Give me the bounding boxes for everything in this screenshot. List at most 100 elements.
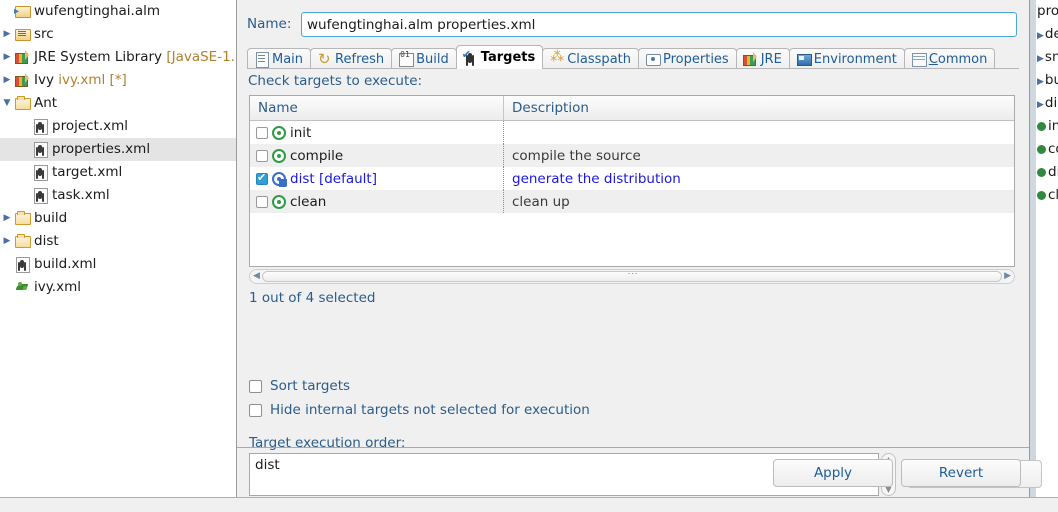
right-panel-item-label: di — [1044, 95, 1058, 111]
classpath-icon — [549, 49, 564, 66]
tree-item[interactable]: ▶ src — [0, 23, 236, 46]
tree-indent-spacer: ▶ — [0, 253, 14, 276]
target-name-cell[interactable]: compile — [250, 144, 504, 167]
targets-table-hscrollbar[interactable]: ◀ ▶ — [249, 269, 1015, 284]
tree-item[interactable]: ▶ properties.xml — [0, 138, 236, 161]
scroll-right-icon[interactable]: ▶ — [1004, 271, 1011, 282]
target-icon — [272, 148, 286, 163]
right-panel-item[interactable]: di — [1036, 161, 1058, 184]
chevron-right-icon[interactable]: ▶ — [0, 69, 14, 92]
page-bottom-strip — [0, 498, 1058, 512]
hide-internal-targets-option[interactable]: Hide internal targets not selected for e… — [249, 402, 590, 418]
target-icon — [272, 125, 286, 140]
button-bar-separator — [237, 447, 1029, 448]
tab-common[interactable]: Common — [903, 48, 996, 69]
right-panel-item[interactable]: ▶de — [1036, 23, 1058, 46]
target-checkbox[interactable] — [256, 149, 268, 162]
table-row[interactable]: init — [250, 121, 1014, 144]
chevron-right-icon[interactable]: ▶ — [1037, 100, 1044, 110]
table-row[interactable]: compile compile the source — [250, 144, 1014, 167]
right-panel-item-label: co — [1048, 141, 1058, 157]
target-name-cell[interactable]: init — [250, 121, 504, 144]
library-icon — [14, 72, 31, 88]
configuration-name-input[interactable] — [301, 12, 1017, 37]
tab-main[interactable]: Main — [247, 48, 312, 69]
chevron-right-icon[interactable]: ▶ — [0, 207, 14, 230]
project-explorer-tree[interactable]: ▶ wufengtinghai.alm ▶ src ▶ JRE System Librar… — [0, 0, 236, 512]
right-panel-item[interactable]: ▶bu — [1036, 69, 1058, 92]
table-row[interactable]: dist [default] generate the distribution — [250, 167, 1014, 190]
right-outline-panel[interactable]: pro▶de▶sm▶bu▶diincodicl — [1036, 0, 1058, 512]
tab-strip[interactable]: Main Refresh Build Targets Classpath Properti… — [247, 45, 1019, 69]
tree-item[interactable]: ▶ task.xml — [0, 184, 236, 207]
name-label: Name: — [247, 16, 292, 32]
refresh-icon — [317, 50, 332, 68]
tree-item[interactable]: ▶ JRE System Library [JavaSE-1.8 — [0, 46, 236, 69]
tab-classpath[interactable]: Classpath — [542, 48, 639, 69]
tree-item[interactable]: ▶ ivy.xml — [0, 276, 236, 299]
default-target-icon — [272, 171, 287, 187]
tab-build[interactable]: Build — [391, 48, 457, 69]
target-description-cell: compile the source — [512, 147, 641, 164]
tab-targets[interactable]: Targets — [455, 45, 544, 69]
table-row[interactable]: clean clean up — [250, 190, 1014, 213]
chevron-right-icon[interactable]: ▶ — [1037, 31, 1044, 41]
right-panel-item-label: de — [1044, 26, 1058, 42]
target-icon — [1037, 122, 1046, 131]
tree-item[interactable]: ▶ build.xml — [0, 253, 236, 276]
target-checkbox[interactable] — [256, 195, 268, 208]
sort-targets-option[interactable]: Sort targets — [249, 378, 350, 394]
tree-item-label: task.xml — [52, 187, 110, 203]
tree-item[interactable]: ▶ dist — [0, 230, 236, 253]
ant-file-icon — [32, 118, 49, 135]
target-checkbox[interactable] — [256, 126, 268, 139]
tree-item[interactable]: ▶ Ivy ivy.xml [*] — [0, 69, 236, 92]
right-panel-item[interactable]: ▶sm — [1036, 46, 1058, 69]
target-name-cell[interactable]: dist [default] — [250, 167, 504, 190]
targets-table-body[interactable]: init compile compile the source dist [defau… — [250, 121, 1014, 213]
chevron-down-icon[interactable]: ▼ — [0, 92, 14, 115]
ant-file-icon — [32, 164, 49, 181]
tab-refresh[interactable]: Refresh — [310, 48, 393, 69]
right-panel-item[interactable]: pro — [1036, 0, 1058, 23]
chevron-right-icon[interactable]: ▶ — [0, 230, 14, 253]
tree-item-label: build — [34, 210, 68, 226]
right-panel-item[interactable]: cl — [1036, 184, 1058, 207]
right-panel-item[interactable]: co — [1036, 138, 1058, 161]
tab-environment[interactable]: Environment — [788, 48, 905, 69]
common-icon — [911, 52, 927, 67]
folder-icon — [14, 95, 31, 111]
chevron-right-icon[interactable]: ▶ — [1037, 54, 1044, 64]
scroll-left-icon[interactable]: ◀ — [253, 271, 260, 282]
right-panel-item-label: sm — [1044, 49, 1058, 65]
tab-jre[interactable]: JRE — [735, 48, 790, 69]
tree-item-label: dist — [34, 233, 59, 249]
tree-item[interactable]: ▼ Ant — [0, 92, 236, 115]
right-panel-item[interactable]: ▶di — [1036, 92, 1058, 115]
chevron-right-icon[interactable]: ▶ — [0, 23, 14, 46]
tree-item[interactable]: ▶ build — [0, 207, 236, 230]
chevron-right-icon[interactable]: ▶ — [1037, 77, 1044, 87]
scrollbar-thumb[interactable] — [262, 271, 1002, 282]
tab-properties[interactable]: Properties — [638, 48, 737, 69]
tree-item-label: wufengtinghai.alm — [34, 3, 160, 19]
column-header-name[interactable]: Name — [250, 96, 504, 120]
eclipse-launch-configuration-screen: ▶ wufengtinghai.alm ▶ src ▶ JRE System Librar… — [0, 0, 1058, 512]
tab-label: Environment — [813, 51, 897, 67]
targets-table[interactable]: Name Description init compile compile the … — [249, 95, 1015, 267]
launch-configuration-dialog: Name: Main Refresh Build Targets Classpath Pr… — [236, 0, 1042, 512]
tree-item[interactable]: ▶ target.xml — [0, 161, 236, 184]
tree-item[interactable]: ▶ project.xml — [0, 115, 236, 138]
apply-button[interactable]: Apply — [773, 459, 893, 487]
tree-item[interactable]: ▶ wufengtinghai.alm — [0, 0, 236, 23]
folder-icon — [14, 210, 31, 226]
chevron-right-icon[interactable]: ▶ — [0, 46, 14, 69]
column-header-description[interactable]: Description — [504, 96, 1014, 120]
sort-targets-checkbox[interactable] — [249, 379, 262, 393]
hide-internal-targets-checkbox[interactable] — [249, 403, 262, 417]
target-checkbox[interactable] — [256, 171, 268, 185]
revert-button[interactable]: Revert — [901, 459, 1021, 487]
target-name-cell[interactable]: clean — [250, 190, 504, 213]
right-panel-item[interactable]: in — [1036, 115, 1058, 138]
environment-icon — [796, 52, 812, 66]
